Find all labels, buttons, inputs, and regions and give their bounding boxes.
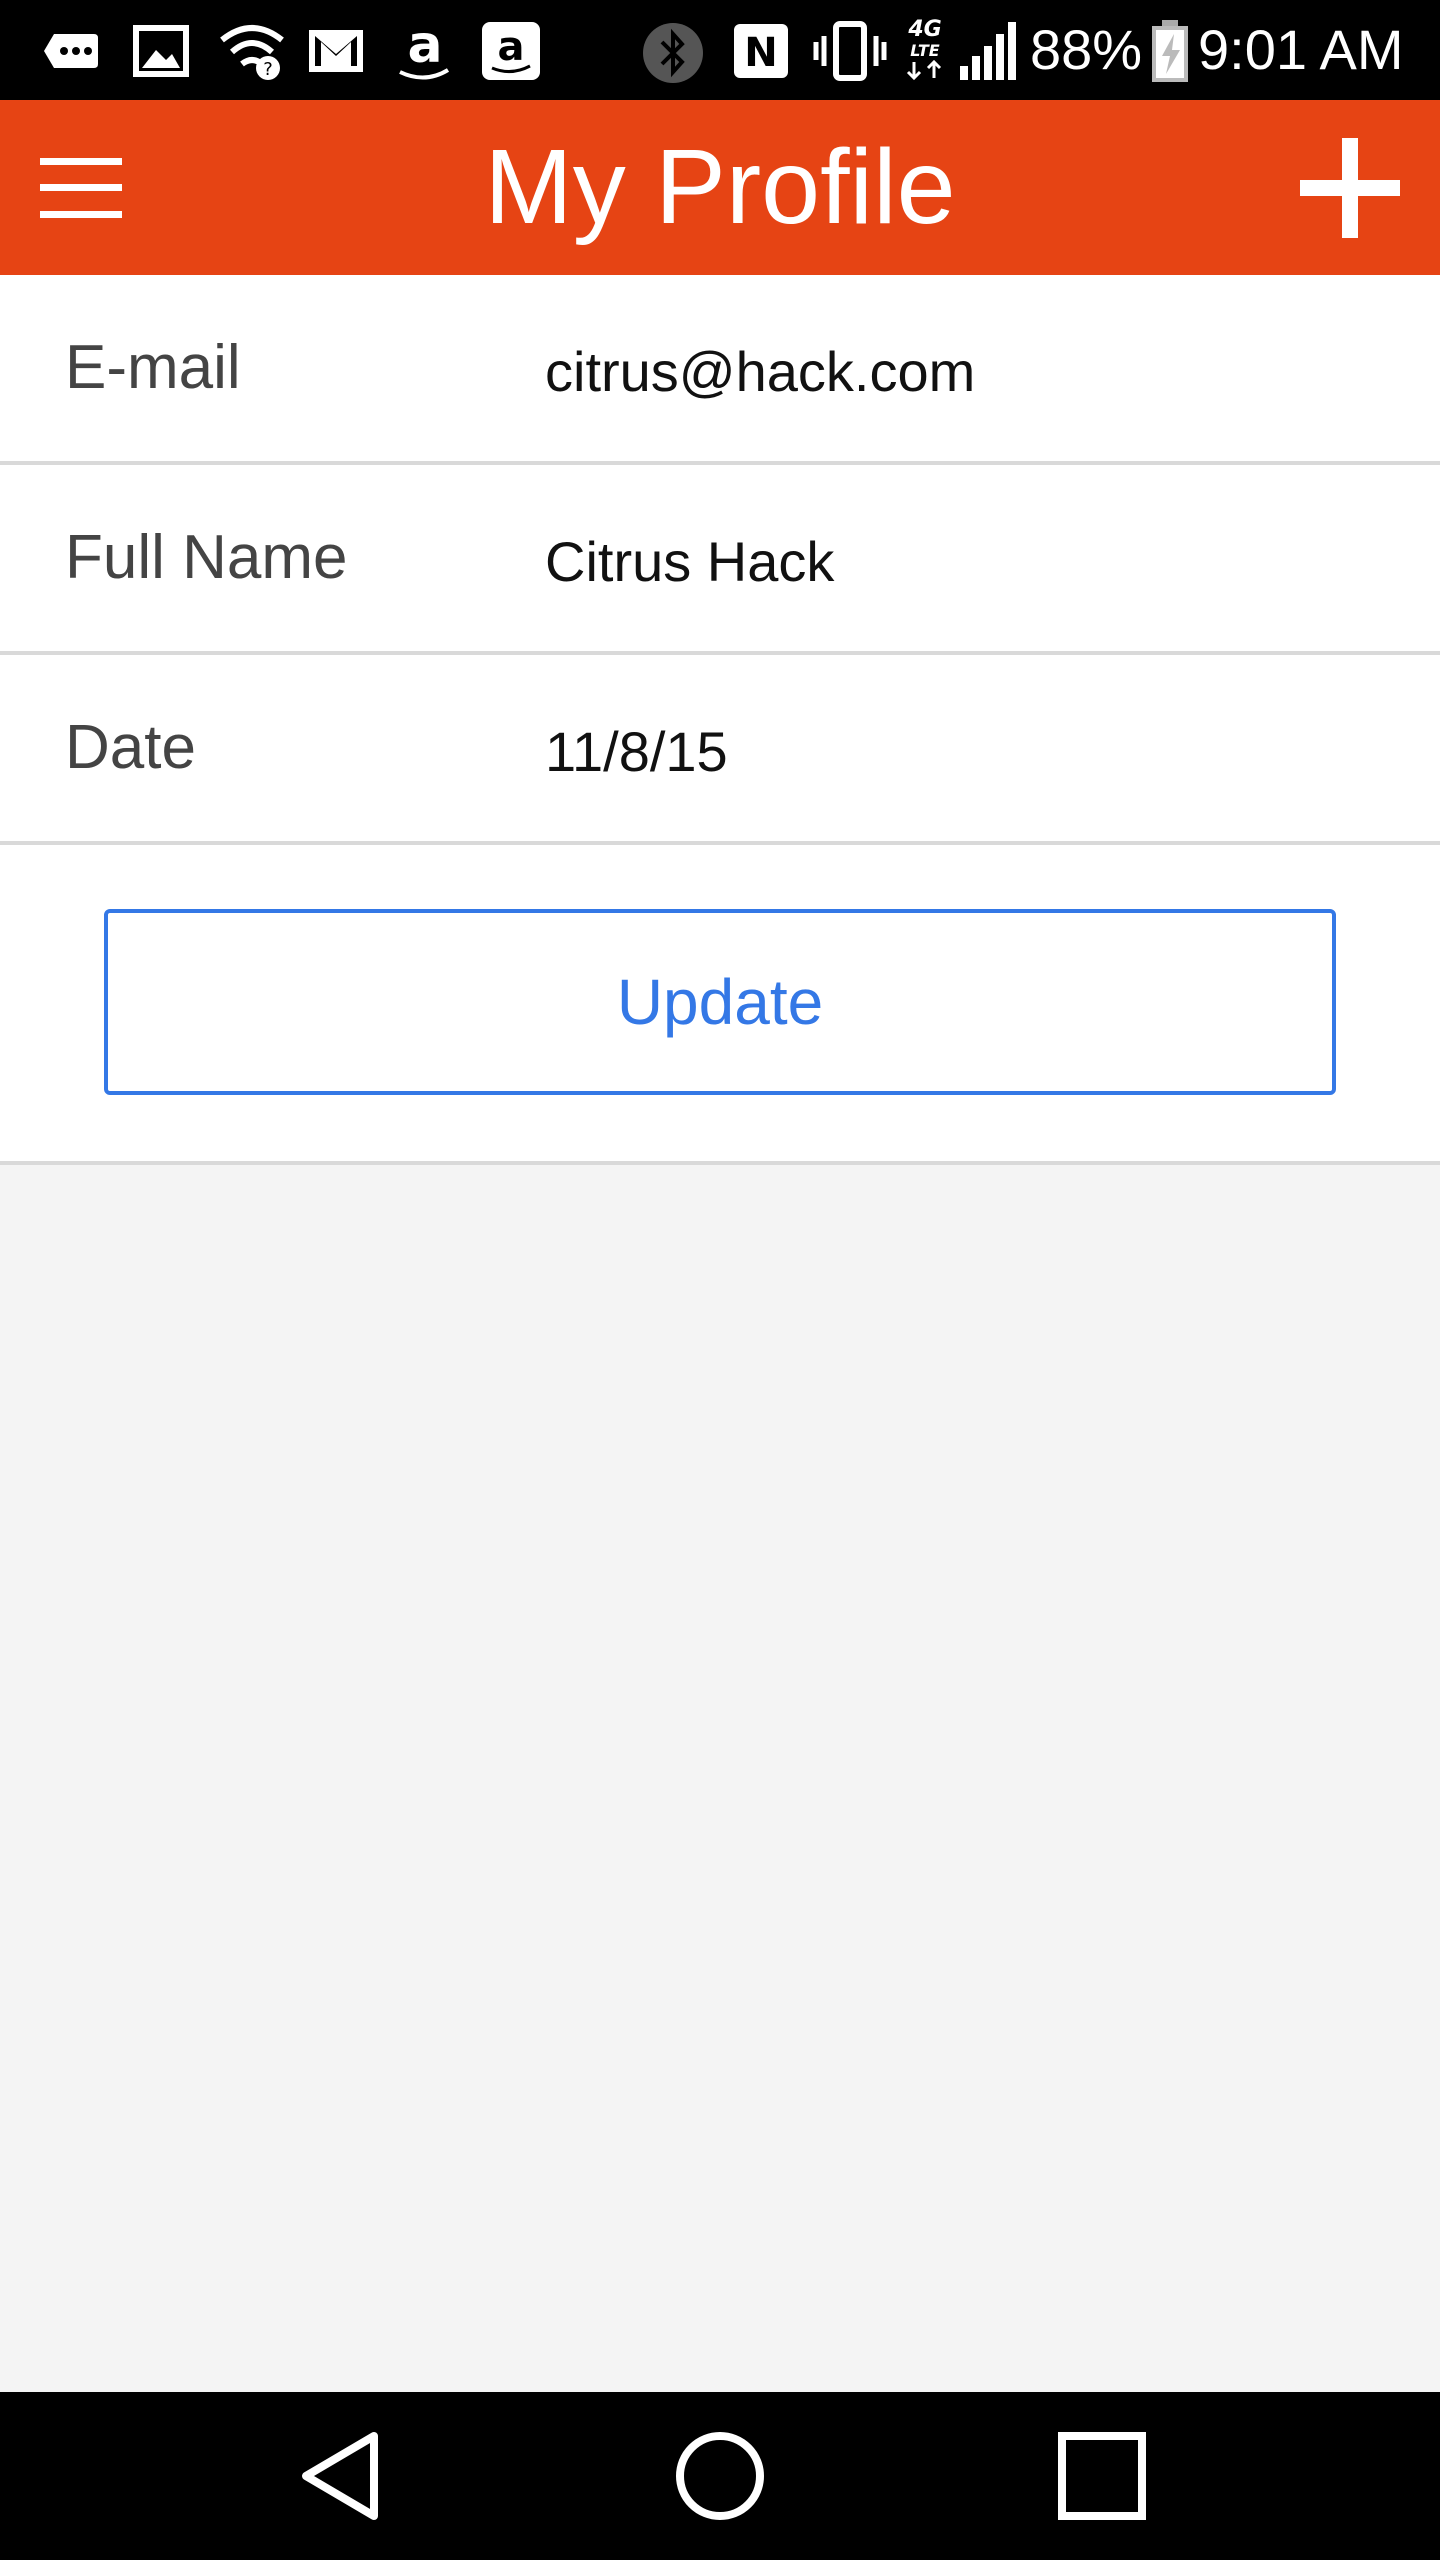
chat-bubble-icon bbox=[44, 34, 98, 68]
svg-text:N: N bbox=[744, 30, 777, 76]
wifi-question-icon: ? bbox=[220, 25, 284, 80]
battery-charging-icon bbox=[1152, 20, 1188, 82]
menu-button[interactable] bbox=[40, 158, 122, 218]
full-name-field[interactable]: Citrus Hack bbox=[545, 469, 834, 655]
back-button[interactable] bbox=[290, 2426, 390, 2526]
home-icon bbox=[676, 2432, 764, 2520]
date-row: Date 11/8/15 bbox=[0, 655, 1440, 845]
update-row: Update bbox=[0, 845, 1440, 1165]
svg-text:a: a bbox=[498, 24, 525, 70]
add-button[interactable] bbox=[1300, 138, 1400, 238]
profile-form: E-mail citrus@hack.com Full Name Citrus … bbox=[0, 275, 1440, 1165]
back-icon bbox=[302, 2432, 378, 2520]
status-bar: ? a a N 4G LTE 88% 9:01 AM bbox=[0, 0, 1440, 100]
email-field[interactable]: citrus@hack.com bbox=[545, 279, 975, 465]
svg-text:4G: 4G bbox=[907, 17, 941, 42]
recents-icon bbox=[1058, 2432, 1146, 2520]
full-name-label: Full Name bbox=[65, 523, 348, 592]
email-label: E-mail bbox=[65, 333, 241, 402]
clock: 9:01 AM bbox=[1198, 18, 1404, 81]
full-name-row: Full Name Citrus Hack bbox=[0, 465, 1440, 655]
hamburger-menu-icon bbox=[40, 158, 122, 218]
app-bar: My Profile bbox=[0, 100, 1440, 275]
gallery-icon bbox=[133, 25, 189, 77]
lte-icon: 4G LTE bbox=[906, 17, 942, 81]
home-button[interactable] bbox=[670, 2426, 770, 2526]
update-button[interactable]: Update bbox=[104, 909, 1336, 1095]
plus-icon bbox=[1300, 138, 1400, 238]
navigation-bar bbox=[0, 2392, 1440, 2560]
date-field[interactable]: 11/8/15 bbox=[545, 659, 728, 845]
battery-percentage: 88% bbox=[1030, 18, 1143, 81]
amazon-app-icon: a bbox=[482, 22, 540, 80]
amazon-icon: a bbox=[399, 20, 450, 80]
email-row: E-mail citrus@hack.com bbox=[0, 275, 1440, 465]
bluetooth-icon bbox=[643, 23, 703, 83]
date-label: Date bbox=[65, 713, 196, 782]
signal-icon bbox=[960, 22, 1016, 80]
svg-text:LTE: LTE bbox=[910, 41, 939, 60]
nfc-icon: N bbox=[734, 24, 788, 78]
svg-text:a: a bbox=[407, 20, 442, 75]
svg-text:?: ? bbox=[263, 59, 273, 80]
recents-button[interactable] bbox=[1052, 2426, 1152, 2526]
gmail-icon bbox=[309, 30, 363, 72]
vibrate-icon bbox=[813, 21, 887, 81]
page-title: My Profile bbox=[484, 128, 956, 246]
